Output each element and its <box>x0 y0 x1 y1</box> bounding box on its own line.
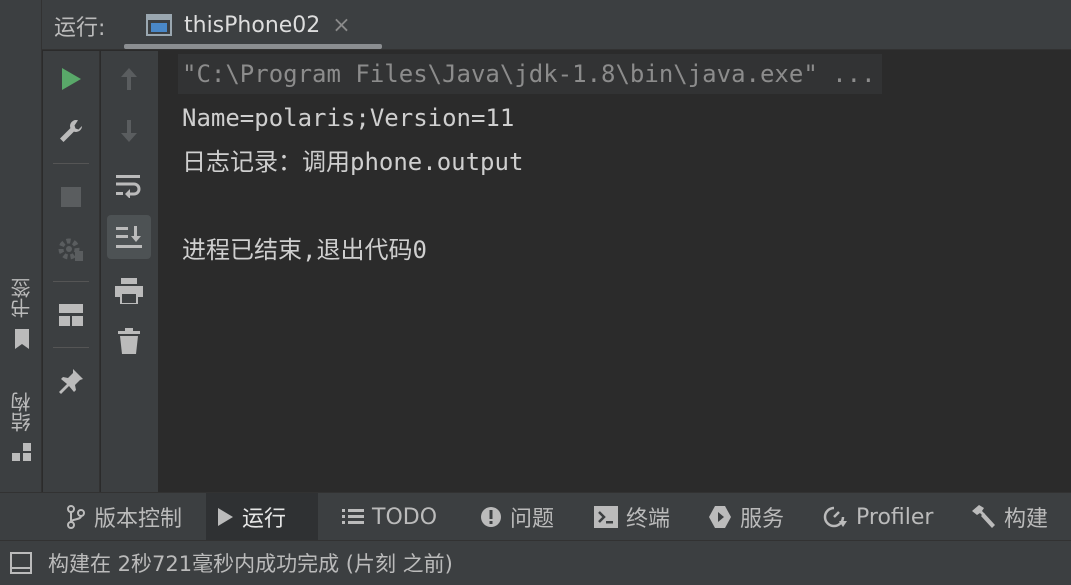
structure-icon <box>12 443 31 461</box>
stop-icon <box>61 187 81 207</box>
stop-button[interactable] <box>49 175 93 219</box>
gear-bug-icon <box>58 238 83 261</box>
tool-window-bar: 版本控制 运行 TODO 问题 终端 服务 Profiler 构建 <box>0 492 1071 541</box>
tab-services[interactable]: 服务 <box>698 493 794 541</box>
console-line: 日志记录：调用phone.output <box>182 148 524 176</box>
arrow-down-icon <box>121 120 137 142</box>
play-icon <box>62 68 81 90</box>
bookmarks-label: 书签 <box>10 278 34 318</box>
tab-label: 终端 <box>626 507 671 532</box>
terminal-icon <box>594 506 618 528</box>
tab-version-control[interactable]: 版本控制 <box>56 493 192 541</box>
toggle-tool-windows-icon[interactable] <box>10 552 32 574</box>
pin-tab-button[interactable] <box>49 359 93 403</box>
wrench-icon <box>60 119 82 142</box>
scroll-to-end-icon <box>116 226 142 248</box>
bookmark-icon <box>15 329 29 349</box>
console-line: 进程已结束,退出代码0 <box>182 236 427 264</box>
tab-profiler[interactable]: Profiler <box>812 493 943 541</box>
problems-icon <box>481 507 501 527</box>
console-command-line[interactable]: "C:\Program Files\Java\jdk-1.8\bin\java.… <box>178 54 882 94</box>
structure-tab[interactable]: 结构 <box>8 392 36 462</box>
scroll-up-button[interactable] <box>107 57 151 101</box>
print-button[interactable] <box>107 269 151 313</box>
layout-button[interactable] <box>49 293 93 337</box>
tab-problems[interactable]: 问题 <box>470 493 564 541</box>
tab-label: 运行 <box>242 507 287 532</box>
tab-build[interactable]: 构建 <box>960 493 1058 541</box>
debug-disabled-button[interactable] <box>49 227 93 271</box>
tab-title: thisPhone02 <box>184 12 321 38</box>
tab-label: 服务 <box>740 507 785 532</box>
scroll-down-button[interactable] <box>107 109 151 153</box>
tab-label: 构建 <box>1004 507 1049 532</box>
run-label: 运行: <box>54 16 106 41</box>
profiler-icon <box>823 506 847 528</box>
tab-label: 版本控制 <box>94 507 183 532</box>
soft-wrap-button[interactable] <box>107 163 151 207</box>
left-tool-stripe: 书签 结构 <box>0 0 42 492</box>
tab-close-icon[interactable]: × <box>332 13 350 38</box>
run-config-tab[interactable]: thisPhone02 × <box>124 0 382 50</box>
structure-label: 结构 <box>10 392 34 432</box>
hammer-icon <box>972 505 995 528</box>
console-line: Name=polaris;Version=11 <box>182 104 515 132</box>
branch-icon <box>67 505 85 529</box>
toolbar-separator <box>53 163 89 164</box>
console-window-icon <box>146 14 172 36</box>
tab-label: Profiler <box>856 504 934 530</box>
bookmarks-tab[interactable]: 书签 <box>8 278 36 350</box>
status-bar: 构建在 2秒721毫秒内成功完成 (片刻 之前) <box>0 540 1071 585</box>
tab-label: TODO <box>372 504 438 530</box>
clear-all-button[interactable] <box>107 319 151 363</box>
printer-icon <box>115 278 143 304</box>
tab-todo[interactable]: TODO <box>332 493 447 541</box>
trash-icon <box>118 328 140 354</box>
toolbar-separator <box>53 281 89 282</box>
tab-label: 问题 <box>510 507 555 532</box>
status-message[interactable]: 构建在 2秒721毫秒内成功完成 (片刻 之前) <box>48 548 453 578</box>
console-toolbar <box>101 51 158 492</box>
run-icon <box>218 508 233 526</box>
run-toolbar <box>43 51 100 492</box>
tab-terminal[interactable]: 终端 <box>584 493 680 541</box>
console-output[interactable]: "C:\Program Files\Java\jdk-1.8\bin\java.… <box>158 51 1071 492</box>
scroll-to-end-button[interactable] <box>107 215 151 259</box>
layout-grid-icon <box>59 304 83 326</box>
services-icon <box>709 506 731 528</box>
soft-wrap-icon <box>116 175 141 198</box>
list-icon <box>342 509 364 524</box>
tab-run[interactable]: 运行 <box>206 493 318 541</box>
arrow-up-icon <box>121 68 137 90</box>
edit-configuration-button[interactable] <box>49 109 93 153</box>
tab-selected-underline <box>124 44 382 49</box>
pin-icon <box>59 369 83 394</box>
rerun-button[interactable] <box>49 57 93 101</box>
run-window-header: 运行: thisPhone02 × <box>42 0 1071 50</box>
toolbar-separator <box>53 347 89 348</box>
